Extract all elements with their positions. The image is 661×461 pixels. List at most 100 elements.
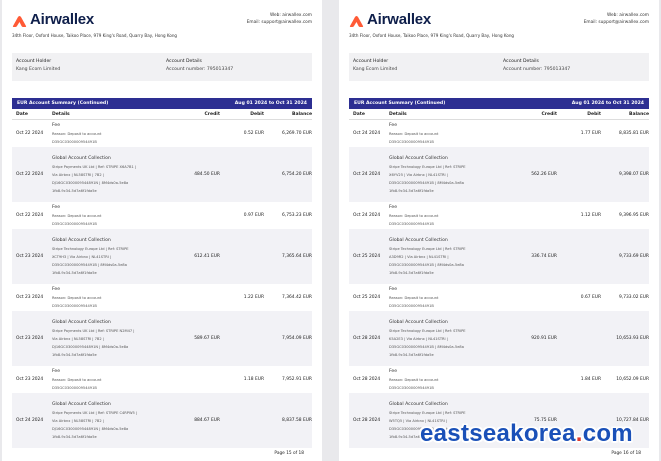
account-info-box: Account Holder Kang Ecom Limited Account D… <box>12 53 312 81</box>
row-details-line: D35GC0300000954491B | 8M4ds0a-5e8a <box>52 262 127 267</box>
row-balance: 10,653.93 EUR <box>616 336 649 341</box>
col-credit-header: Credit <box>204 111 221 117</box>
row-details-line: D35GC0300000954491B <box>52 221 97 226</box>
row-details-line: Reason: Deposit to account <box>389 213 439 218</box>
row-details-line: Reason: Deposit to account <box>389 131 439 136</box>
summary-title: EUR Account Summary (Continued) <box>354 101 446 106</box>
row-debit: 0.97 EUR <box>243 213 264 218</box>
row-date: Oct 22 2024 <box>16 131 44 136</box>
watermark-text: eastseakorea.com <box>420 420 633 447</box>
row-details: Global Account Collection Stripe Payments… <box>52 155 174 195</box>
row-credit: 884.67 EUR <box>194 418 220 423</box>
row-details-line: Stripe Payments UK Ltd | Ref: STRIPE C4R… <box>52 410 138 415</box>
row-details-line: Via Airbnx | NL58STRI | 7B2 | <box>52 336 105 341</box>
table-row: Oct 22 2024 Global Account Collection Stri… <box>12 147 312 202</box>
row-details: Global Account Collection Stripe Payments… <box>52 319 174 359</box>
row-date: Oct 23 2024 <box>16 295 44 300</box>
row-debit: 1.18 EUR <box>243 377 264 382</box>
row-details-line: DJ16GC0300009544891N | 8M4ds0a-5e8a <box>52 344 129 349</box>
row-details-line: Reason: Deposit to account <box>52 131 102 136</box>
row-details-line: Via Airbnx | NL58STRI | 7B2 | <box>52 418 105 423</box>
account-details: Account Details Account number: 795013347 <box>162 53 312 81</box>
row-details: Fee Reason: Deposit to account D35GC030000… <box>389 122 511 146</box>
row-details: Fee Reason: Deposit to account D35GC030000… <box>52 122 174 146</box>
col-debit-header: Debit <box>250 111 264 117</box>
row-details-line: X6YV25 | Via Airbnx | NL41STRI | <box>389 172 448 177</box>
airwallex-logo-icon <box>12 13 27 27</box>
table-header: Date Details Credit Debit Balance <box>12 109 312 120</box>
brand-name: Airwallex <box>367 11 432 28</box>
row-details-line: D35GC0300000954491B <box>389 385 434 390</box>
row-credit: 589.67 EUR <box>194 336 220 341</box>
table-row: Oct 23 2024 Global Account Collection Stri… <box>12 229 312 284</box>
row-date: Oct 22 2024 <box>16 172 44 177</box>
table-row: Oct 25 2024 Fee Reason: Deposit to account… <box>349 284 649 311</box>
account-holder: Account Holder Kang Ecom Limited <box>12 53 162 81</box>
row-details-line: 1fb8-9c34-5d7a6f1fda5e <box>389 188 434 193</box>
brand-logo: Airwallex <box>349 11 431 28</box>
row-date: Oct 23 2024 <box>16 336 44 341</box>
row-balance: 7,952.91 EUR <box>282 377 312 382</box>
contact-email: Email: support@airwallex.com <box>583 20 649 25</box>
row-debit: 1.12 EUR <box>580 213 601 218</box>
row-details-line: 1fb8-9c34-5d7a6f1fda5e <box>389 352 434 357</box>
row-details-line: XCT9H3 | Via Airbnx | NL41STRI | <box>52 254 112 259</box>
account-info-box: Account Holder Kang Ecom Limited Account D… <box>349 53 649 81</box>
account-details-label: Account Details <box>166 59 202 64</box>
row-balance: 7,364.42 EUR <box>282 295 312 300</box>
col-balance-header: Balance <box>629 111 649 117</box>
row-details-title: Global Account Collection <box>389 401 448 407</box>
row-details-line: Stripe Technology Europe Ltd | Ref: STRI… <box>389 410 466 415</box>
account-details: Account Details Account number: 795013347 <box>499 53 649 81</box>
row-debit: 1.84 EUR <box>580 377 601 382</box>
row-details: Fee Reason: Deposit to account D35GC030000… <box>389 204 511 228</box>
row-details-line: Stripe Technology Europe Ltd | Ref: STRI… <box>389 164 466 169</box>
row-details-title: Fee <box>52 368 61 374</box>
row-details-title: Global Account Collection <box>52 237 111 243</box>
table-row: Oct 24 2024 Global Account Collection Stri… <box>349 147 649 202</box>
row-details-title: Global Account Collection <box>389 237 448 243</box>
row-details-line: D35GC0300000954491B | 8M4ds0a-5e8a <box>389 344 464 349</box>
row-details-line: Reason: Deposit to account <box>52 295 102 300</box>
row-details-line: D35GC0300000954491B <box>52 139 97 144</box>
statement-page: Airwallex 34th Floor, Oxford House, Taiko… <box>339 0 659 461</box>
table-row: Oct 22 2024 Fee Reason: Deposit to account… <box>12 202 312 229</box>
row-details-title: Fee <box>389 204 398 210</box>
row-balance: 9,733.02 EUR <box>619 295 649 300</box>
row-details-line: Reason: Deposit to account <box>52 377 102 382</box>
row-details-line: 1fb8-9c34-5d7a6f1fda5e <box>52 434 97 439</box>
row-balance: 8,837.58 EUR <box>282 418 312 423</box>
account-holder-value: Kang Ecom Limited <box>353 67 398 72</box>
row-details-title: Global Account Collection <box>389 319 448 325</box>
contact-email: Email: support@airwallex.com <box>246 20 312 25</box>
table-row: Oct 25 2024 Global Account Collection Stri… <box>349 229 649 284</box>
row-details-title: Fee <box>389 122 398 128</box>
contact-web: Web: airwallex.com <box>607 13 649 18</box>
row-credit: 562.26 EUR <box>531 172 557 177</box>
row-details-line: D35GC0300000954491B | 8M4ds0a-5e8a <box>389 262 464 267</box>
row-balance: 9,733.69 EUR <box>619 254 649 259</box>
row-details-line: Reason: Deposit to account <box>389 295 439 300</box>
account-holder-label: Account Holder <box>353 59 389 64</box>
row-credit: 612.41 EUR <box>194 254 220 259</box>
row-details-line: Reason: Deposit to account <box>52 213 102 218</box>
row-details: Fee Reason: Deposit to account D35GC030000… <box>389 286 511 310</box>
page-header: Airwallex 34th Floor, Oxford House, Taiko… <box>12 9 312 49</box>
table-row: Oct 24 2024 Fee Reason: Deposit to account… <box>349 120 649 147</box>
row-details: Global Account Collection Stripe Technolo… <box>52 237 174 277</box>
col-date-header: Date <box>353 111 365 117</box>
row-details-title: Fee <box>52 204 61 210</box>
row-details-line: Stripe Technology Europe Ltd | Ref: STRI… <box>389 328 466 333</box>
row-date: Oct 23 2024 <box>16 377 44 382</box>
row-date: Oct 22 2024 <box>16 213 44 218</box>
row-date: Oct 24 2024 <box>353 213 381 218</box>
row-details-line: K5A2E3 | Via Airbnx | NL41STRI | <box>389 336 448 341</box>
row-balance: 7,365.64 EUR <box>282 254 312 259</box>
row-details-line: Reason: Deposit to account <box>389 377 439 382</box>
contact-web: Web: airwallex.com <box>270 13 312 18</box>
row-details-title: Fee <box>52 122 61 128</box>
row-details-line: Stripe Payments UK Ltd | Ref: STRIPE X6A… <box>52 164 137 169</box>
row-balance: 10,652.09 EUR <box>616 377 649 382</box>
row-credit: 484.50 EUR <box>194 172 220 177</box>
col-date-header: Date <box>16 111 28 117</box>
